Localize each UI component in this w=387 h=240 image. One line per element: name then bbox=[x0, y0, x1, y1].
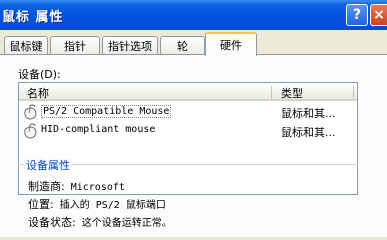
column-divider[interactable] bbox=[353, 86, 354, 99]
manufacturer-row: 制造商: Microsoft bbox=[28, 178, 125, 194]
status-label: 设备状态: bbox=[28, 216, 76, 229]
device-name: PS/2 Compatible Mouse bbox=[41, 105, 172, 118]
tab-pointers[interactable]: 指针 bbox=[50, 36, 100, 55]
device-name: HID-compliant mouse bbox=[41, 124, 156, 135]
help-button[interactable]: ? bbox=[346, 4, 368, 26]
tab-strip: 鼠标键 指针 指针选项 轮 硬件 bbox=[0, 30, 387, 56]
close-button[interactable]: × bbox=[370, 4, 387, 26]
tab-pointer-options[interactable]: 指针选项 bbox=[102, 36, 158, 55]
window-title: 鼠标 属性 bbox=[2, 10, 64, 25]
device-type: 鼠标和其... bbox=[281, 107, 336, 120]
column-divider[interactable] bbox=[271, 86, 272, 99]
status-value: 这个设备运转正常。 bbox=[81, 218, 172, 229]
list-item[interactable]: PS/2 Compatible Mouse 鼠标和其... bbox=[19, 103, 357, 121]
tab-hardware[interactable]: 硬件 bbox=[205, 32, 257, 56]
tab-buttons[interactable]: 鼠标键 bbox=[4, 36, 48, 55]
list-item[interactable]: HID-compliant mouse 鼠标和其... bbox=[19, 122, 357, 140]
list-header: 名称 类型 bbox=[19, 83, 357, 101]
mouse-icon bbox=[24, 123, 37, 139]
hardware-panel: 设备(D): 名称 类型 PS/2 Compatible Mouse 鼠标和其.… bbox=[0, 54, 387, 237]
status-row: 设备状态: 这个设备运转正常。 bbox=[28, 214, 172, 230]
device-type: 鼠标和其... bbox=[281, 126, 336, 139]
title-bar[interactable]: 鼠标 属性 ? × bbox=[0, 0, 387, 30]
tab-wheel[interactable]: 轮 bbox=[160, 36, 205, 55]
devices-label: 设备(D): bbox=[18, 68, 61, 81]
location-value: 插入的 PS/2 鼠标端口 bbox=[59, 200, 166, 211]
column-header-type[interactable]: 类型 bbox=[281, 85, 303, 101]
location-row: 位置: 插入的 PS/2 鼠标端口 bbox=[28, 196, 166, 212]
column-header-name[interactable]: 名称 bbox=[27, 85, 49, 101]
mouse-icon bbox=[24, 104, 37, 120]
device-properties-title: 设备属性 bbox=[24, 157, 72, 173]
location-label: 位置: bbox=[28, 198, 54, 211]
manufacturer-label: 制造商: bbox=[28, 180, 65, 193]
manufacturer-value: Microsoft bbox=[70, 182, 125, 193]
